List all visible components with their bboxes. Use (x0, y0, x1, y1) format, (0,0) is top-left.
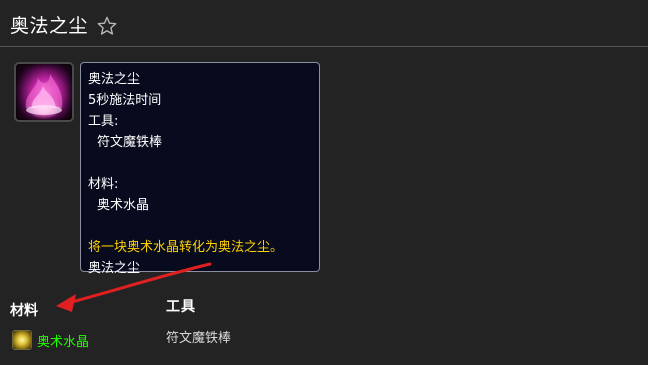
page-title: 奥法之尘 (10, 15, 89, 37)
tooltip-spacer (88, 153, 312, 174)
tooltip-description: 将一块奥术水晶转化为奥法之尘。 (88, 240, 284, 255)
reagent-name[interactable]: 奥术水晶 (37, 331, 89, 350)
tooltip-creates: 奥法之尘 (88, 261, 141, 276)
reagent-item-arcane-crystal[interactable]: 奥术水晶 (12, 329, 89, 351)
spell-tooltip: 奥法之尘 5秒施法时间 工具: 符文魔铁棒 材料: 奥术水晶 将一块奥术水晶转化… (80, 62, 320, 276)
spell-icon[interactable] (14, 62, 74, 122)
star-icon[interactable] (96, 15, 118, 37)
tooltip-tool: 符文魔铁棒 (97, 135, 163, 150)
tools-heading: 工具 (166, 299, 196, 315)
tooltip-spell-name: 奥法之尘 (88, 72, 141, 87)
tooltip-tools-label: 工具: (88, 114, 119, 129)
tooltip-reagent: 奥术水晶 (97, 198, 150, 213)
tooltip-spacer (88, 216, 312, 237)
header-divider (0, 46, 648, 47)
tooltip-cast-time: 5秒施法时间 (88, 93, 162, 108)
arcane-crystal-icon (12, 330, 32, 350)
page-header: 奥法之尘 (0, 0, 648, 48)
tooltip-reagents-label: 材料: (88, 177, 119, 192)
tool-item: 符文魔铁棒 (166, 331, 232, 346)
materials-heading: 材料 (10, 303, 38, 319)
